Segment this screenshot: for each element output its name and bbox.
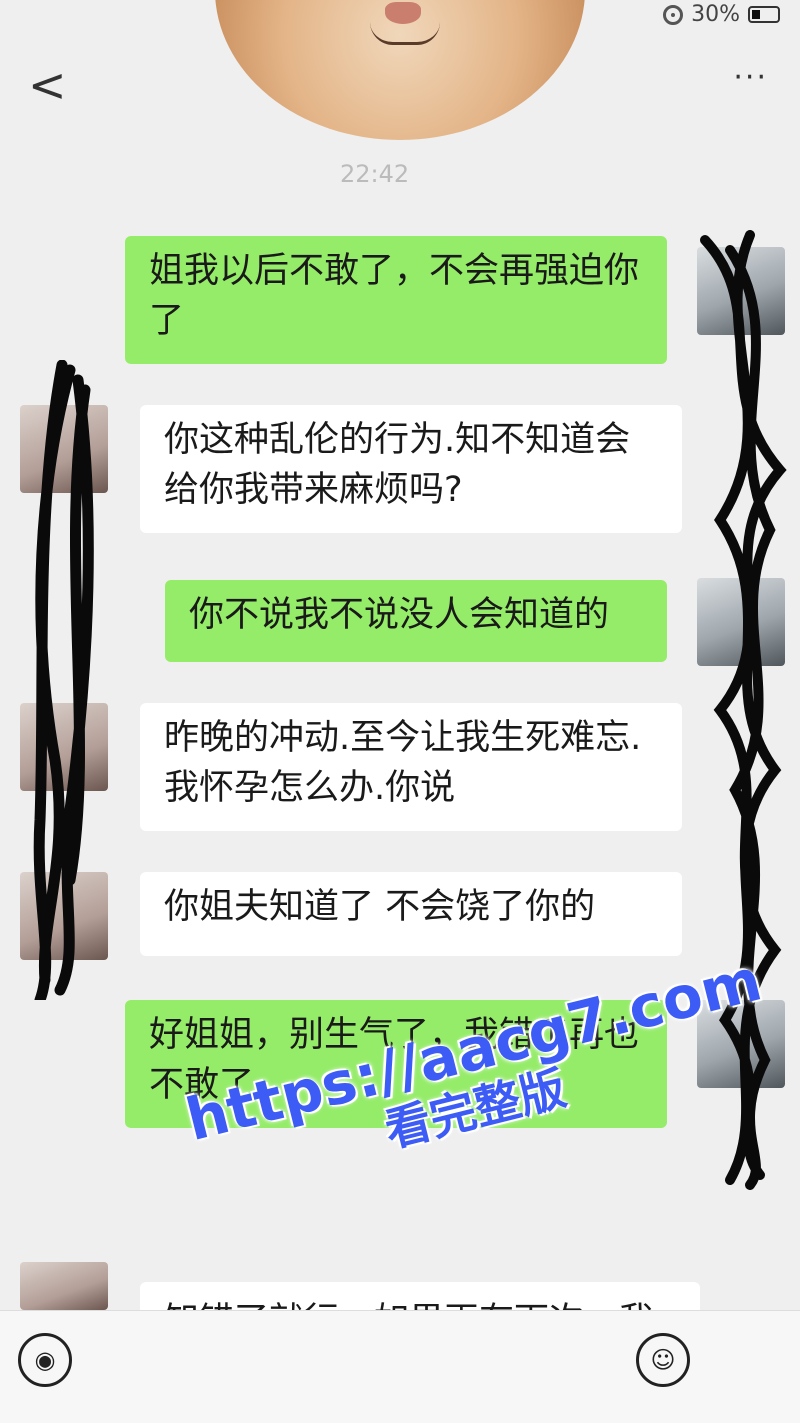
- battery-icon: [748, 6, 780, 23]
- self-avatar[interactable]: [697, 247, 785, 335]
- signal-icon: [663, 4, 684, 25]
- chat-input-bar: ◉ ☺: [0, 1310, 800, 1423]
- contact-avatar[interactable]: [20, 872, 108, 960]
- more-options-button[interactable]: ···: [733, 60, 768, 95]
- contact-avatar[interactable]: [20, 1262, 108, 1310]
- contact-profile-picture: [215, 0, 585, 140]
- battery-percentage: 30%: [691, 2, 740, 27]
- message-timestamp: 22:42: [340, 160, 410, 188]
- message-bubble-received[interactable]: 你这种乱伦的行为.知不知道会给你我带来麻烦吗?: [140, 405, 682, 533]
- message-bubble-received[interactable]: 昨晚的冲动.至今让我生死难忘.我怀孕怎么办.你说: [140, 703, 682, 831]
- contact-avatar[interactable]: [20, 405, 108, 493]
- voice-icon[interactable]: ◉: [18, 1333, 72, 1387]
- emoji-icon[interactable]: ☺: [636, 1333, 690, 1387]
- back-button[interactable]: <: [28, 62, 67, 108]
- message-bubble-sent[interactable]: 姐我以后不敢了，不会再强迫你了: [125, 236, 667, 364]
- message-bubble-received[interactable]: 你姐夫知道了 不会饶了你的: [140, 872, 682, 956]
- self-avatar[interactable]: [697, 578, 785, 666]
- contact-avatar[interactable]: [20, 703, 108, 791]
- message-bubble-sent[interactable]: 你不说我不说没人会知道的: [165, 580, 667, 662]
